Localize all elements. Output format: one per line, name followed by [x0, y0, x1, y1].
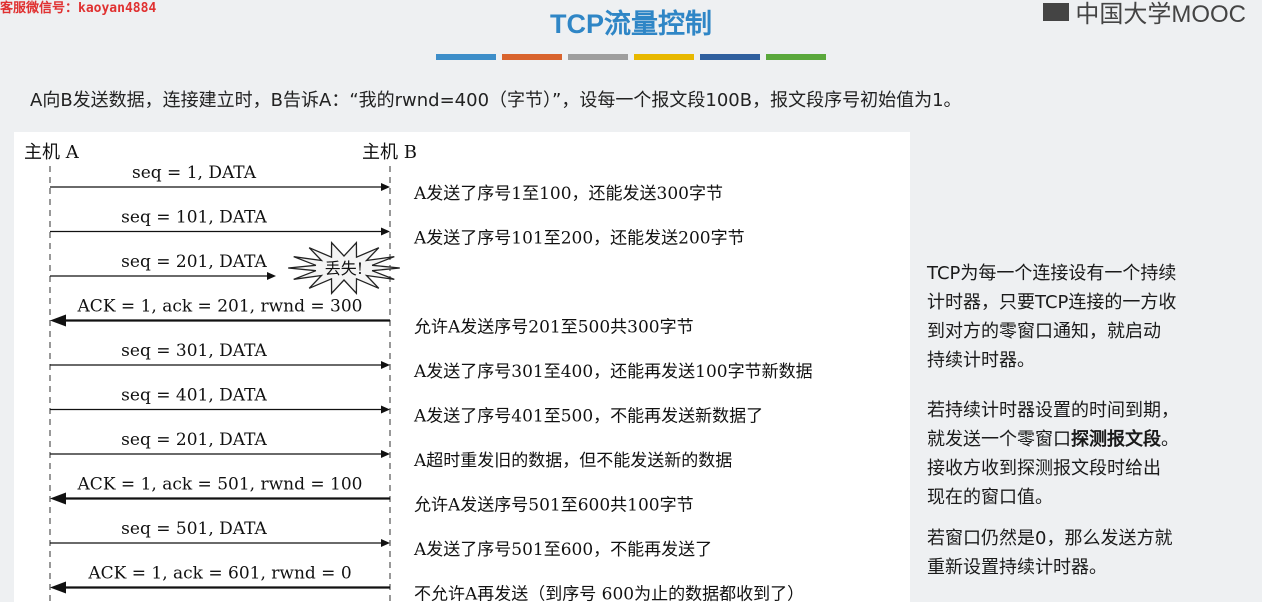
message-row: ACK = 1, ack = 201, rwnd = 300 允许A发送序号201…	[50, 297, 694, 338]
message-label: seq = 101, DATA	[121, 208, 267, 228]
side-note-1-line: 到对方的零窗口通知，就启动	[927, 317, 1257, 346]
message-label: ACK = 1, ack = 501, rwnd = 100	[77, 475, 363, 495]
side-note-2-rest: 接收方收到探测报文段时给出现在的窗口值。	[927, 454, 1257, 512]
arrowhead-right-icon	[381, 183, 390, 191]
side-note-2-line-2: 就发送一个零窗口探测报文段。	[927, 425, 1257, 454]
color-bar-segment	[568, 54, 628, 60]
side-note-2-suffix: 。	[1161, 429, 1179, 450]
message-label: seq = 301, DATA	[121, 341, 267, 361]
side-note-1-line: TCP为每一个连接设有一个持续	[927, 259, 1257, 288]
arrowhead-right-icon	[267, 272, 276, 280]
side-note-2-line-1: 若持续计时器设置的时间到期，	[927, 396, 1257, 425]
message-row: seq = 501, DATA A发送了序号501至600，不能再发送了	[50, 519, 712, 560]
arrowhead-right-icon	[381, 450, 390, 458]
side-note-2: 若持续计时器设置的时间到期， 就发送一个零窗口探测报文段。 接收方收到探测报文段…	[927, 396, 1257, 512]
message-row: ACK = 1, ack = 501, rwnd = 100 允许A发送序号501…	[50, 475, 694, 516]
arrowhead-left-icon	[50, 315, 66, 327]
message-label: seq = 201, DATA	[121, 252, 267, 272]
message-note: 不允许A再发送（到序号 600为止的数据都收到了）	[414, 585, 804, 602]
side-note-3: 若窗口仍然是0，那么发送方就重新设置持续计时器。	[927, 524, 1257, 582]
message-label: ACK = 1, ack = 201, rwnd = 300	[77, 297, 363, 317]
message-note: A发送了序号1至100，还能发送300字节	[413, 184, 723, 204]
message-label: seq = 401, DATA	[121, 386, 267, 406]
message-note: A超时重发旧的数据，但不能发送新的数据	[413, 451, 732, 471]
sequence-diagram-panel: 主机 A 主机 B seq = 1, DATA A发送了序号1至100，还能发送3…	[14, 132, 910, 602]
side-note-1-line: 计时器，只要TCP连接的一方收	[927, 288, 1257, 317]
message-note: A发送了序号301至400，还能再发送100字节新数据	[413, 362, 813, 382]
message-row: seq = 301, DATA A发送了序号301至400，还能再发送100字节新…	[50, 341, 813, 382]
arrowhead-right-icon	[381, 406, 390, 414]
message-row: seq = 401, DATA A发送了序号401至500，不能再发送新数据了	[50, 386, 763, 427]
arrowhead-right-icon	[381, 361, 390, 369]
lost-label: 丢失!	[325, 259, 363, 278]
side-note-3-line: 重新设置持续计时器。	[927, 553, 1257, 582]
message-note: A发送了序号401至500，不能再发送新数据了	[413, 407, 763, 427]
color-bar-segment	[766, 54, 826, 60]
message-note: 允许A发送序号201至500共300字节	[414, 318, 694, 338]
message-note: A发送了序号101至200，还能发送200字节	[413, 229, 745, 249]
color-bar-segment	[502, 54, 562, 60]
message-label: seq = 501, DATA	[121, 519, 267, 539]
message-row: seq = 201, DATA A超时重发旧的数据，但不能发送新的数据	[50, 430, 732, 471]
sequence-diagram: 主机 A 主机 B seq = 1, DATA A发送了序号1至100，还能发送3…	[14, 132, 910, 602]
title-color-bar	[436, 54, 826, 60]
message-note: A发送了序号501至600，不能再发送了	[413, 540, 712, 560]
arrowhead-right-icon	[381, 228, 390, 236]
side-note-1-line: 持续计时器。	[927, 346, 1257, 375]
message-label: ACK = 1, ack = 601, rwnd = 0	[87, 564, 351, 584]
message-label: seq = 201, DATA	[121, 430, 267, 450]
message-note: 允许A发送序号501至600共100字节	[414, 496, 694, 516]
message-row: seq = 1, DATA A发送了序号1至100，还能发送300字节	[50, 163, 723, 204]
probe-segment-term: 探测报文段	[1071, 429, 1161, 450]
color-bar-segment	[700, 54, 760, 60]
side-note-2-line: 现在的窗口值。	[927, 483, 1257, 512]
message-row: seq = 201, DATA 丢失!	[50, 243, 400, 294]
color-bar-segment	[634, 54, 694, 60]
side-note-2-prefix: 就发送一个零窗口	[927, 429, 1071, 450]
slide-title: TCP流量控制	[0, 2, 1262, 41]
message-label: seq = 1, DATA	[132, 163, 257, 183]
intro-text: A向B发送数据，连接建立时，B告诉A：“我的rwnd=400（字节）”，设每一个…	[30, 86, 962, 112]
host-b-label: 主机 B	[362, 142, 417, 163]
arrowhead-right-icon	[381, 539, 390, 547]
message-row: ACK = 1, ack = 601, rwnd = 0 不允许A再发送（到序号 …	[50, 564, 804, 602]
side-note-2-line: 接收方收到探测报文段时给出	[927, 454, 1257, 483]
side-note-1: TCP为每一个连接设有一个持续计时器，只要TCP连接的一方收到对方的零窗口通知，…	[927, 259, 1257, 375]
color-bar-segment	[436, 54, 496, 60]
message-row: seq = 101, DATA A发送了序号101至200，还能发送200字节	[50, 208, 745, 249]
side-note-3-line: 若窗口仍然是0，那么发送方就	[927, 524, 1257, 553]
host-a-label: 主机 A	[24, 142, 80, 163]
message-list: seq = 1, DATAA发送了序号1至100，还能发送300字节seq = …	[50, 163, 813, 602]
arrowhead-left-icon	[50, 582, 66, 594]
arrowhead-left-icon	[50, 493, 66, 505]
